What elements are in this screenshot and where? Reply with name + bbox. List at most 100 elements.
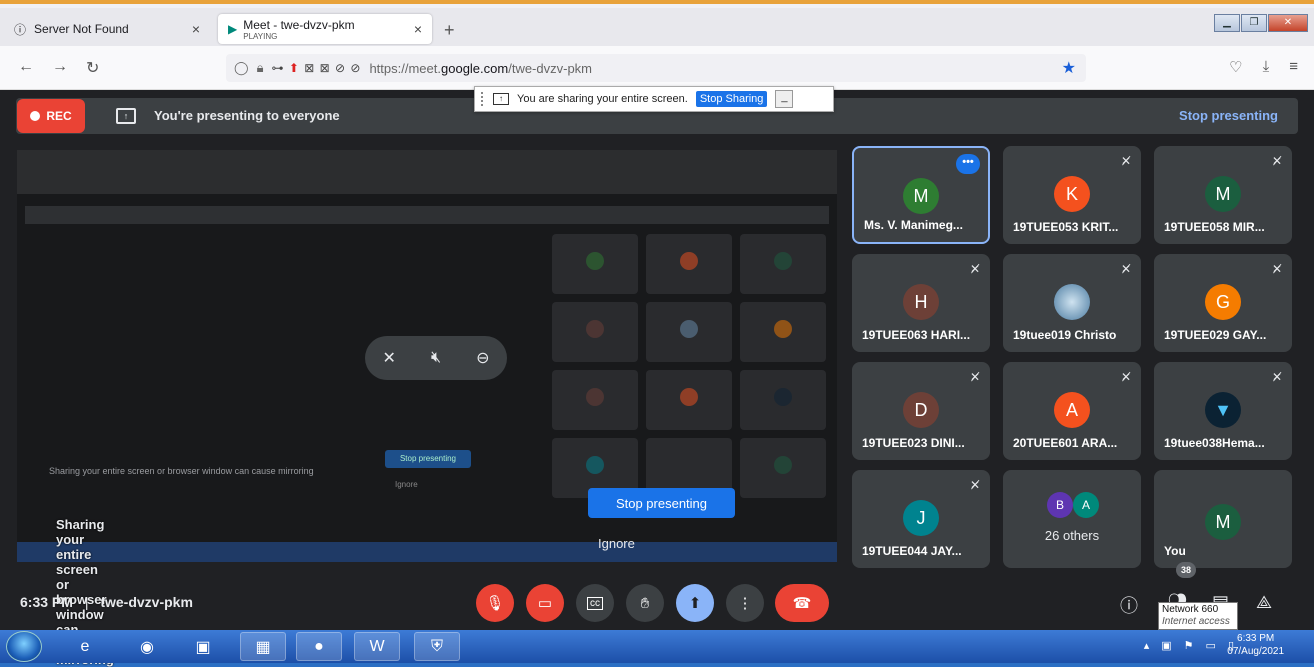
participant-name: 19TUEE058 MIR... [1164, 220, 1265, 234]
taskbar-clock[interactable]: 6:33 PM 07/Aug/2021 [1227, 632, 1284, 658]
mic-off-icon: ✕̸ [969, 370, 980, 384]
new-tab-button[interactable]: + [444, 20, 455, 41]
avatar: K [1054, 176, 1090, 212]
mirror-tile [552, 234, 638, 294]
maximize-button[interactable]: ❐ [1241, 14, 1267, 32]
others-tile[interactable]: B A 26 others [1003, 470, 1141, 568]
participant-tile[interactable]: ✕̸ ▼ 19tuee038Hema... [1154, 362, 1292, 460]
raise-hand-button[interactable]: ✋︎ [626, 584, 664, 622]
tab-meet[interactable]: ▶ Meet - twe-dvzv-pkm PLAYING × [218, 14, 432, 44]
meeting-time: 6:33 PM [20, 594, 73, 610]
reload-icon[interactable]: ↻ [86, 58, 99, 78]
bottom-bar: 6:33 PM | twe-dvzv-pkm 🎙︎ ▭ cc ✋︎ ⬆ ⋮ ☎︎… [0, 562, 1314, 634]
participant-tile[interactable]: ✕̸ H 19TUEE063 HARI... [852, 254, 990, 352]
mic-off-icon: ✕̸ [1271, 154, 1282, 168]
tray-expand-icon[interactable]: ▴ [1144, 639, 1150, 652]
outlook-icon[interactable]: ▣ [180, 632, 226, 661]
self-tile[interactable]: M You [1154, 470, 1292, 568]
present-button[interactable]: ⬆ [676, 584, 714, 622]
menu-icon[interactable]: ≡ [1289, 58, 1298, 76]
ignore-button[interactable]: Ignore [598, 536, 635, 551]
pocket-icon[interactable]: ♡ [1229, 58, 1242, 76]
volume-off-icon[interactable]: 🔇︎ [431, 349, 441, 367]
word-icon[interactable]: W [354, 632, 400, 661]
meeting-info-icon[interactable]: ⓘ [1120, 592, 1138, 618]
tab-server-not-found[interactable]: ⓘ Server Not Found × [4, 14, 210, 44]
separator: | [84, 594, 89, 610]
url-bar[interactable]: ◯ 🔒︎ ⊶ ⬆ ⊠ ⊠ ⊘ ⊘ https://meet.google.com… [226, 54, 1086, 82]
participant-name: 19TUEE053 KRIT... [1013, 220, 1119, 234]
participant-tile[interactable]: ✕̸ D 19TUEE023 DINI... [852, 362, 990, 460]
participant-tile[interactable]: ••• M Ms. V. Manimeg... [852, 146, 990, 244]
mirror-presenting-bar [25, 206, 829, 224]
mirror-avatar [586, 456, 604, 474]
participant-name: 19TUEE063 HARI... [862, 328, 971, 342]
mirror-tile [552, 302, 638, 362]
people-count-badge: 38 [1176, 562, 1196, 578]
captions-button[interactable]: cc [576, 584, 614, 622]
avatar: M [903, 178, 939, 214]
flag-icon[interactable]: ⚑ [1184, 639, 1194, 652]
meet-favicon-icon: ▶ [228, 22, 238, 36]
tray-app-icon[interactable]: ▣ [1161, 639, 1171, 652]
close-window-button[interactable]: ✕ [1268, 14, 1308, 32]
system-tray: ▴ ▣ ⚑ ▭ ▯ [1144, 639, 1234, 652]
participant-name: 19TUEE029 GAY... [1164, 328, 1267, 342]
more-options-button[interactable]: ••• [956, 154, 980, 174]
mirror-floating-controls: ✕ 🔇︎ ⊖ [365, 336, 507, 380]
mirror-taskbar [17, 542, 837, 562]
mic-off-icon: ✕̸ [1271, 262, 1282, 276]
mirror-avatar [774, 456, 792, 474]
rec-indicator[interactable]: REC [17, 99, 85, 133]
security-shield-icon[interactable]: ⛨ [414, 632, 460, 661]
chrome-icon[interactable]: ◉ [124, 632, 170, 661]
participant-name: You [1164, 544, 1186, 558]
stop-presenting-link[interactable]: Stop presenting [1179, 108, 1278, 123]
mic-off-icon: ✕̸ [1120, 154, 1131, 168]
mirror-ignore-echo: Ignore [395, 480, 418, 489]
camera-toggle-button[interactable]: ▭ [526, 584, 564, 622]
mirror-warning-echo: Sharing your entire screen or browser wi… [49, 466, 314, 476]
forward-icon[interactable]: → [52, 58, 68, 76]
ie-icon[interactable]: e [62, 632, 108, 661]
mic-off-icon: 🎙︎ [485, 595, 505, 612]
start-button[interactable] [6, 631, 42, 662]
tab-close-icon[interactable]: × [414, 21, 422, 37]
drag-handle[interactable] [481, 92, 485, 106]
participant-name: 19TUEE044 JAY... [862, 544, 962, 558]
mic-off-icon[interactable]: ✕ [383, 348, 396, 368]
participant-tile[interactable]: ✕̸ K 19TUEE053 KRIT... [1003, 146, 1141, 244]
file-explorer-icon[interactable]: ▦ [240, 632, 286, 661]
minus-circle-icon[interactable]: ⊖ [476, 348, 489, 368]
activities-icon[interactable]: ⟁ [1256, 592, 1272, 613]
participant-tile[interactable]: ✕̸ 19tuee019 Christo [1003, 254, 1141, 352]
downloads-icon[interactable]: ⤓ [1263, 58, 1270, 76]
mic-off-icon: ✕̸ [1271, 370, 1282, 384]
permission-icons[interactable]: ⊶ ⬆ ⊠ ⊠ ⊘ ⊘ [271, 61, 361, 75]
avatar: M [1205, 504, 1241, 540]
firefox-icon[interactable]: ● [296, 632, 342, 661]
hang-up-icon: ☎︎ [792, 595, 812, 612]
minimize-sharebar-button[interactable]: _ [775, 90, 794, 108]
others-count: 26 others [1044, 528, 1100, 543]
network-icon[interactable]: ▭ [1206, 639, 1216, 652]
info-icon: ⓘ [14, 22, 27, 37]
browser-window: ⓘ Server Not Found × ▶ Meet - twe-dvzv-p… [0, 0, 1314, 667]
tab-close-icon[interactable]: × [192, 21, 200, 37]
mic-toggle-button[interactable]: 🎙︎ [476, 584, 514, 622]
participant-tile[interactable]: ✕̸ M 19TUEE058 MIR... [1154, 146, 1292, 244]
stop-sharing-button[interactable]: Stop Sharing [695, 91, 768, 107]
participant-tile[interactable]: ✕̸ G 19TUEE029 GAY... [1154, 254, 1292, 352]
present-icon: ⬆ [688, 595, 702, 612]
stop-presenting-button[interactable]: Stop presenting [588, 488, 735, 518]
bookmark-star-icon[interactable]: ★ [1062, 58, 1076, 78]
participant-tile[interactable]: ✕̸ A 20TUEE601 ARA... [1003, 362, 1141, 460]
lock-icon: 🔒︎ [256, 60, 264, 75]
leave-call-button[interactable]: ☎︎ [775, 584, 829, 622]
more-options-button[interactable]: ⋮ [726, 584, 764, 622]
minimize-button[interactable]: ▁ [1214, 14, 1240, 32]
back-icon[interactable]: ← [18, 58, 34, 76]
share-screen-icon: ↑ [493, 93, 509, 105]
participant-tile[interactable]: ✕̸ J 19TUEE044 JAY... [852, 470, 990, 568]
mirror-tile [740, 302, 826, 362]
